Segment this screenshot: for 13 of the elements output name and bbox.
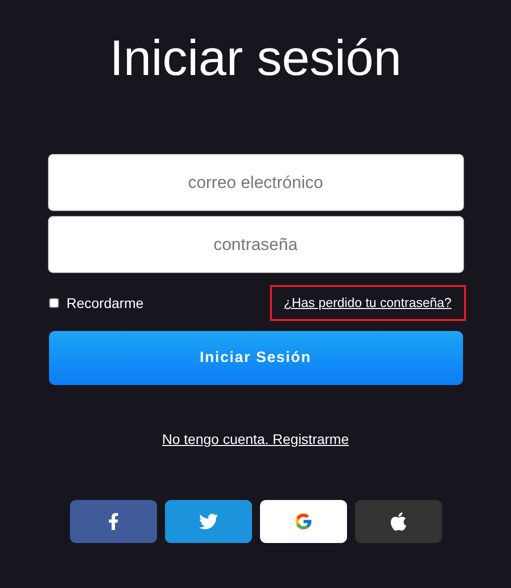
register-link[interactable]: No tengo cuenta. Registrarme xyxy=(162,429,349,450)
input-field[interactable]: contraseña xyxy=(48,216,464,273)
bird-icon xyxy=(198,512,218,531)
page-title: Iniciar sesión xyxy=(110,29,402,88)
g-letter-icon xyxy=(294,512,312,531)
apple-button[interactable] xyxy=(354,500,442,543)
forgot-password-link[interactable]: ¿Has perdido tu contraseña? xyxy=(270,285,466,321)
input-field[interactable]: correo electrónico xyxy=(48,154,464,211)
facebook-button[interactable] xyxy=(70,500,156,543)
remember-checkbox[interactable] xyxy=(48,298,58,308)
google-button[interactable] xyxy=(260,500,346,543)
twitter-button[interactable] xyxy=(164,500,252,543)
remember-label: Recordarme xyxy=(66,294,144,312)
